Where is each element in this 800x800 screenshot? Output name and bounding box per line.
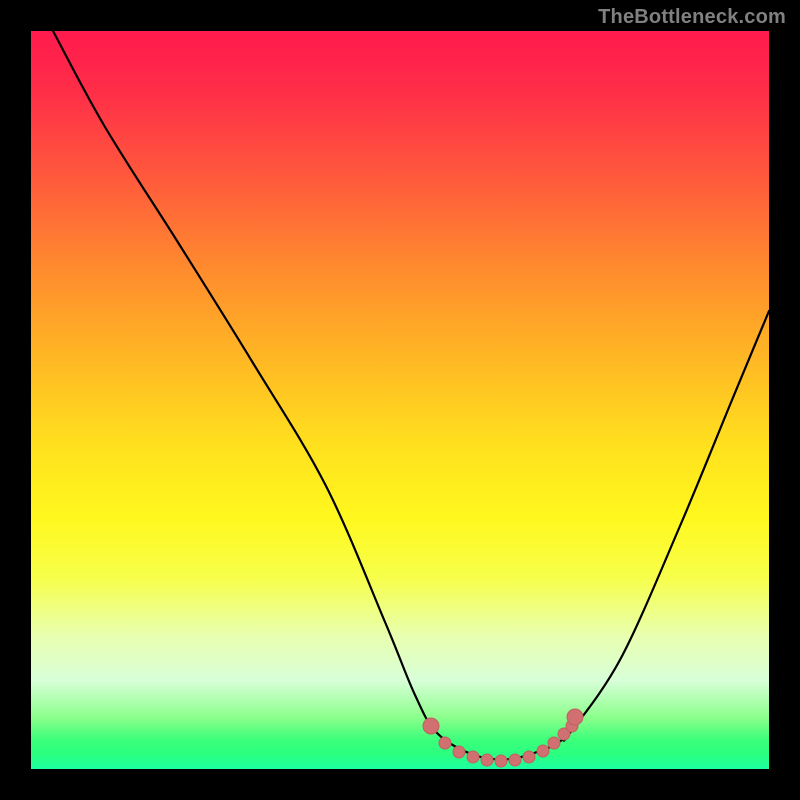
marker-dot: [537, 745, 549, 757]
bottom-marker-dots: [423, 709, 583, 767]
marker-dot: [523, 751, 535, 763]
watermark-text: TheBottleneck.com: [598, 6, 786, 29]
marker-dot: [481, 754, 493, 766]
marker-dot: [495, 755, 507, 767]
marker-dot: [453, 746, 465, 758]
bottleneck-curve-svg: [31, 31, 769, 769]
bottleneck-curve: [53, 31, 769, 759]
plot-area: [31, 31, 769, 769]
chart-frame: TheBottleneck.com: [0, 0, 800, 800]
marker-dot: [567, 709, 583, 725]
marker-dot: [423, 718, 439, 734]
marker-dot: [548, 737, 560, 749]
marker-dot: [467, 751, 479, 763]
marker-dot: [439, 737, 451, 749]
marker-dot: [509, 754, 521, 766]
